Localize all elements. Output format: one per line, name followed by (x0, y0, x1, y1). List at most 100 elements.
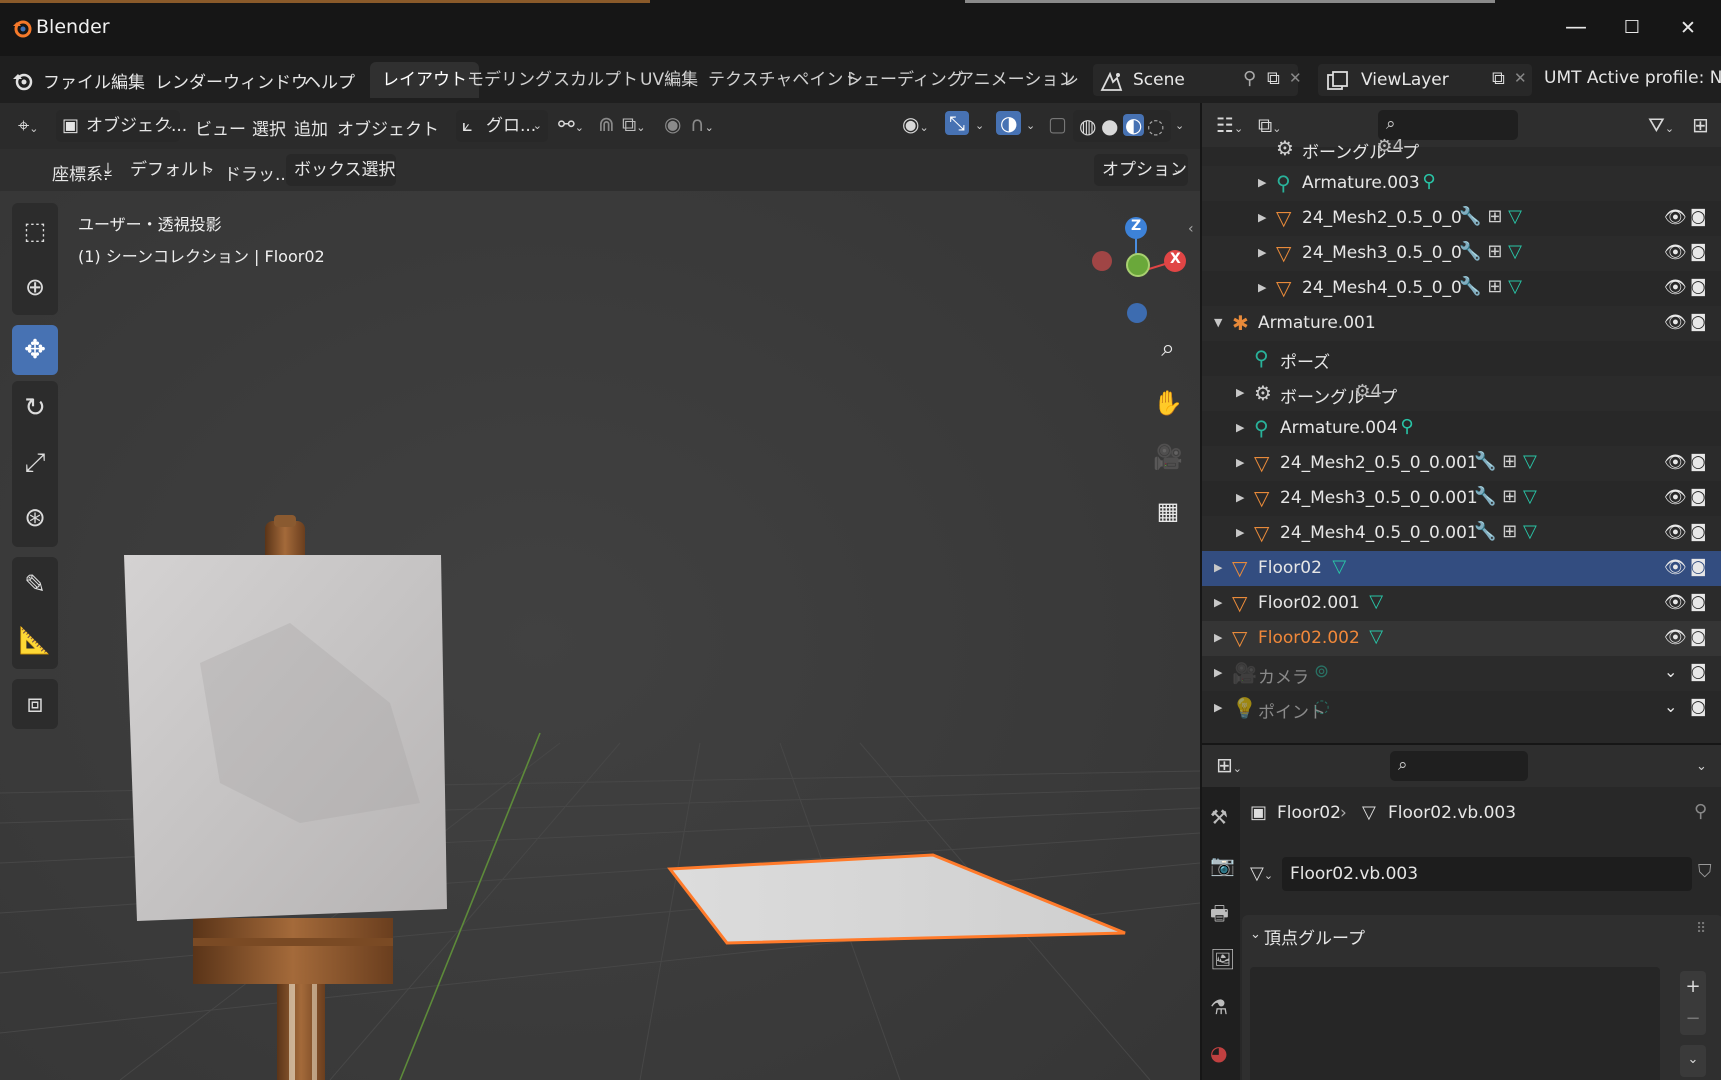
transform-orientation-dropdown[interactable]: ⟀ グロ... ⌄ (456, 110, 548, 142)
expand-arrow-icon[interactable]: ▶ (1258, 246, 1266, 259)
outliner-row[interactable]: ▶ ▽ 24_Mesh2_0.5_0_0.001 🔧 ⊞ ▽ 👁 ◙ (1202, 446, 1721, 481)
visibility-eye-icon[interactable]: 👁 (1664, 522, 1687, 543)
vertex-group-list[interactable] (1250, 967, 1660, 1080)
outliner-row[interactable]: ⚙ ボーングループ ⚙4 (1202, 131, 1721, 166)
outliner-row[interactable]: ▶ ▽ 24_Mesh4_0.5_0_0.001 🔧 ⊞ ▽ 👁 ◙ (1202, 516, 1721, 551)
outliner-row[interactable]: ▶ ▽ 24_Mesh3_0.5_0_0.001 🔧 ⊞ ▽ 👁 ◙ (1202, 481, 1721, 516)
expand-arrow-icon[interactable]: ▶ (1258, 211, 1266, 224)
fake-user-shield-icon[interactable]: ⛉ (1698, 861, 1712, 882)
visibility-eye-icon[interactable]: 👁 (1664, 557, 1687, 578)
chevron-down-icon[interactable]: ⌄ (1696, 759, 1707, 774)
tool-tab-icon[interactable]: ⚒ (1210, 805, 1228, 829)
output-tab-icon[interactable]: 🖶 (1210, 899, 1229, 933)
render-camera-icon[interactable]: ◙ (1690, 662, 1707, 682)
minimize-button[interactable]: — (1556, 14, 1596, 42)
outliner-row[interactable]: ▶ 💡 ポイント ◌ ⌄ ◙ (1202, 691, 1721, 726)
drag-label[interactable]: ドラッ... (224, 160, 291, 185)
hidden-eye-icon[interactable]: ⌄ (1664, 697, 1677, 716)
rotate-tool-icon[interactable]: ↻ (12, 381, 58, 436)
camera-view-icon[interactable]: 🎥 (1148, 437, 1188, 477)
pin-icon[interactable]: ⚲ (1243, 68, 1256, 89)
render-camera-icon[interactable]: ◙ (1690, 557, 1707, 577)
gizmo-neg-z-axis[interactable] (1127, 303, 1147, 323)
outliner-row[interactable]: ▶ ⚲ Armature.004 ⚲ (1202, 411, 1721, 446)
scale-tool-icon[interactable]: ⤢ (12, 436, 58, 491)
menu-select[interactable]: 選択 (252, 115, 286, 140)
menu-render[interactable]: レンダー (155, 68, 223, 93)
outliner-row[interactable]: ▼ ✱ Armature.001 👁 ◙ (1202, 306, 1721, 341)
properties-editor-icon[interactable]: ⊞⌄ (1216, 755, 1242, 775)
panel-title[interactable]: 頂点グループ (1264, 924, 1365, 949)
select-mode-dropdown[interactable]: ボックス選択 ⌄ (286, 154, 396, 186)
render-tab-icon[interactable]: 📷 (1210, 853, 1235, 877)
render-camera-icon[interactable]: ◙ (1690, 592, 1707, 612)
tab-overflow[interactable]: レ (1058, 62, 1083, 98)
render-camera-icon[interactable]: ◙ (1690, 697, 1707, 717)
properties-search-input[interactable]: ⌕ (1390, 751, 1528, 781)
outliner-row[interactable]: ▶ ▽ 24_Mesh2_0.5_0_0 🔧 ⊞ ▽ 👁 ◙ (1202, 201, 1721, 236)
expand-arrow-icon[interactable]: ▶ (1236, 491, 1244, 504)
cursor-tool-icon[interactable]: ⊕ (12, 259, 58, 315)
annotate-tool-icon[interactable]: ✎ (12, 557, 58, 613)
visibility-eye-icon[interactable]: 👁 (1664, 277, 1687, 298)
outliner-row[interactable]: ▶ ▽ Floor02 ▽ 👁 ◙ (1202, 551, 1721, 586)
outliner-row[interactable]: ▶ ⚲ Armature.003 ⚲ (1202, 166, 1721, 201)
collapse-arrow-icon[interactable]: ▼ (1214, 316, 1222, 329)
outliner-row[interactable]: ▶ ⚙ ボーングループ ⚙4 (1202, 376, 1721, 411)
rendered-shading-icon[interactable]: ◌ (1147, 116, 1164, 136)
chevron-down-icon[interactable]: ⌄ (1175, 119, 1184, 132)
3d-viewport[interactable]: ⌖⌄ ▣ オブジェク... ⌄ ビュー 選択 追加 オブジェクト ⟀ グロ...… (0, 103, 1200, 1080)
expand-arrow-icon[interactable]: ▶ (1258, 176, 1266, 189)
scene-tab-icon[interactable]: ⚗ (1210, 995, 1228, 1019)
pan-hand-icon[interactable]: ✋ (1148, 383, 1188, 423)
expand-arrow-icon[interactable]: ▶ (1236, 456, 1244, 469)
delete-scene-icon[interactable]: ✕ (1289, 69, 1302, 87)
menu-view[interactable]: ビュー (195, 115, 246, 140)
visibility-eye-icon[interactable]: 👁 (1664, 627, 1687, 648)
pivot-point-icon[interactable]: ⚯⌄ (558, 114, 584, 134)
expand-arrow-icon[interactable]: ▶ (1214, 561, 1222, 574)
expand-arrow-icon[interactable]: ▶ (1214, 596, 1222, 609)
chevron-down-icon[interactable]: ⌄ (975, 119, 984, 132)
expand-arrow-icon[interactable]: ▶ (1214, 701, 1222, 714)
menu-add[interactable]: 追加 (294, 115, 328, 140)
render-camera-icon[interactable]: ◙ (1690, 277, 1707, 297)
new-viewlayer-icon[interactable]: ⧉ (1492, 68, 1505, 89)
perspective-grid-icon[interactable]: ▦ (1148, 491, 1188, 531)
menu-edit[interactable]: 編集 (111, 68, 145, 93)
close-button[interactable]: ✕ (1668, 14, 1708, 42)
mode-dropdown[interactable]: ▣ オブジェク... ⌄ (56, 110, 187, 142)
transform-tool-icon[interactable]: ⊛ (12, 491, 58, 546)
outliner-row[interactable]: ⚲ ポーズ (1202, 341, 1721, 376)
visibility-eye-icon[interactable]: 👁 (1664, 312, 1687, 333)
outliner-row[interactable]: ▶ ▽ 24_Mesh3_0.5_0_0 🔧 ⊞ ▽ 👁 ◙ (1202, 236, 1721, 271)
editor-type-icon[interactable]: ⌖⌄ (18, 115, 38, 135)
material-shading-icon[interactable]: ◐ (1123, 114, 1145, 136)
panel-collapse-icon[interactable]: ⌄ (1250, 927, 1261, 942)
view-layer-tab-icon[interactable]: 🖼 (1210, 947, 1235, 971)
expand-arrow-icon[interactable]: ▶ (1236, 386, 1244, 399)
snap-icon[interactable]: ⋒ (598, 114, 615, 134)
expand-arrow-icon[interactable]: ▶ (1258, 281, 1266, 294)
outliner-row[interactable]: ▶ ▽ Floor02.001 ▽ 👁 ◙ (1202, 586, 1721, 621)
visibility-eye-icon[interactable]: 👁 (1664, 207, 1687, 228)
render-camera-icon[interactable]: ◙ (1690, 452, 1707, 472)
render-camera-icon[interactable]: ◙ (1690, 522, 1707, 542)
outliner-row[interactable]: ▶ ▽ 24_Mesh4_0.5_0_0 🔧 ⊞ ▽ 👁 ◙ (1202, 271, 1721, 306)
add-cube-tool-icon[interactable]: ⧈ (12, 679, 58, 729)
render-camera-icon[interactable]: ◙ (1690, 207, 1707, 227)
proportional-edit-icon[interactable]: ◉ (664, 114, 681, 134)
menu-file[interactable]: ファイル (43, 68, 111, 93)
gizmo-y-axis[interactable] (1126, 253, 1150, 277)
mesh-name-field[interactable]: Floor02.vb.003 (1282, 857, 1692, 891)
visibility-eye-icon[interactable]: 👁 (1664, 242, 1687, 263)
outliner-row[interactable]: ▶ 🎥 カメラ ⊚ ⌄ ◙ (1202, 656, 1721, 691)
maximize-button[interactable]: ☐ (1612, 14, 1652, 42)
wireframe-shading-icon[interactable]: ◍ (1079, 116, 1096, 136)
solid-shading-icon[interactable]: ● (1101, 116, 1118, 136)
add-vertex-group-button[interactable]: + (1680, 971, 1706, 1003)
expand-arrow-icon[interactable]: ▶ (1214, 666, 1222, 679)
menu-help[interactable]: ヘルプ (304, 68, 355, 93)
zoom-icon[interactable]: ⌕ (1148, 328, 1188, 368)
remove-vertex-group-button[interactable]: − (1680, 1003, 1706, 1035)
